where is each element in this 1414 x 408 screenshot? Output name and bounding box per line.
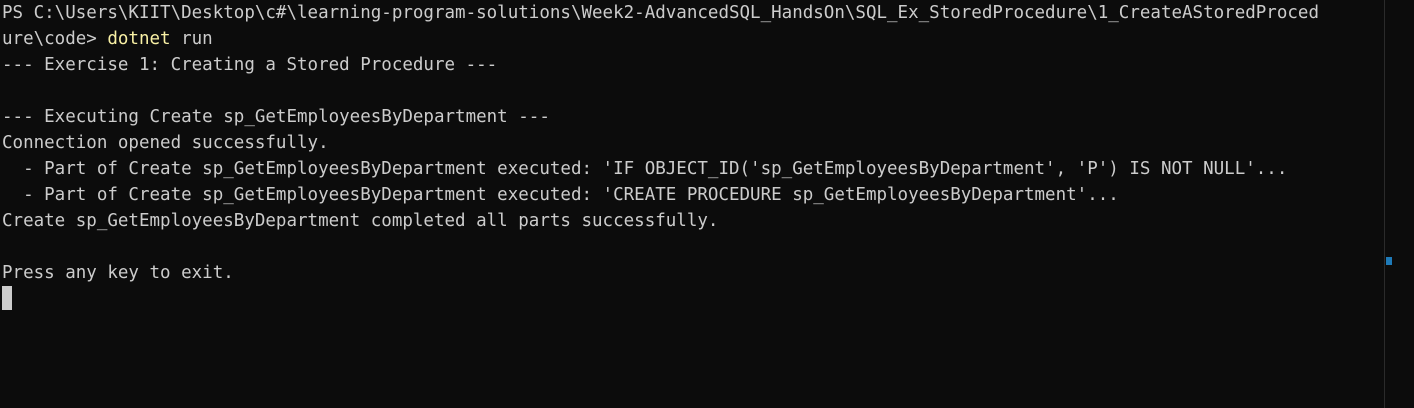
prompt-command-line: ure\code> dotnet run — [2, 26, 213, 52]
prompt-path-line: PS C:\Users\KIIT\Desktop\c#\learning-pro… — [2, 3, 1319, 23]
output-line-completed: Create sp_GetEmployeesByDepartment compl… — [2, 211, 719, 231]
output-line-exercise-header: --- Exercise 1: Creating a Stored Proced… — [2, 55, 498, 75]
terminal-output-area[interactable]: PS C:\Users\KIIT\Desktop\c#\learning-pro… — [0, 0, 1384, 408]
prompt-path-tail: ure\code> — [2, 29, 108, 49]
scrollbar-position-marker[interactable] — [1386, 257, 1392, 265]
command-args: run — [170, 29, 213, 49]
output-line-part-1: - Part of Create sp_GetEmployeesByDepart… — [2, 159, 1288, 179]
command-keyword: dotnet — [107, 29, 171, 49]
output-line-connection: Connection opened successfully. — [2, 133, 329, 153]
text-cursor — [2, 286, 12, 310]
vertical-scrollbar[interactable] — [1384, 0, 1414, 408]
output-line-executing-header: --- Executing Create sp_GetEmployeesByDe… — [2, 107, 550, 127]
output-line-part-2: - Part of Create sp_GetEmployeesByDepart… — [2, 185, 1119, 205]
terminal-window[interactable]: PS C:\Users\KIIT\Desktop\c#\learning-pro… — [0, 0, 1414, 408]
output-line-press-key: Press any key to exit. — [2, 263, 234, 283]
